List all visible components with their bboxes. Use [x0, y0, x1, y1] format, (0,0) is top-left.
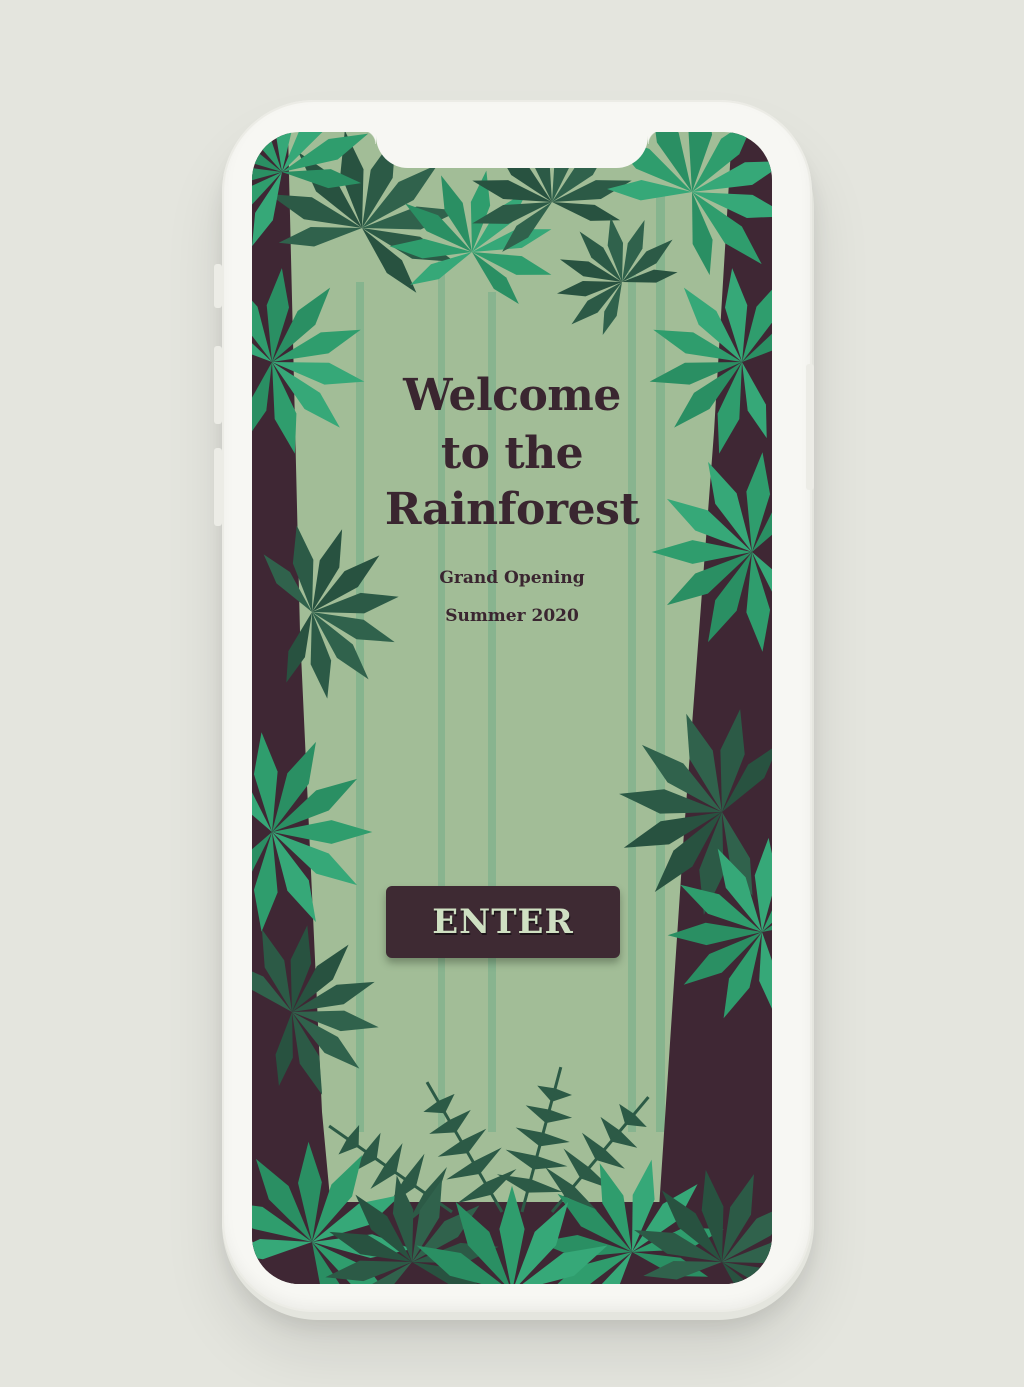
phone-volume-up-button [214, 346, 222, 424]
opening-date-label: Summer 2020 [445, 606, 579, 626]
rainforest-illustration [252, 132, 772, 1284]
phone-notch [362, 132, 662, 168]
hero-title-line2: to the [440, 428, 584, 479]
phone-silent-switch [214, 264, 222, 308]
hero-title-line3: Rainforest [384, 484, 640, 535]
hero-title-line1: Welcome [403, 370, 621, 421]
phone-volume-down-button [214, 448, 222, 526]
enter-button-label: ENTER [432, 902, 574, 942]
enter-button[interactable]: ENTER [386, 886, 620, 958]
phone-power-button [806, 364, 814, 490]
grand-opening-label: Grand Opening [439, 568, 585, 588]
phone-screen: Welcome to the Rainforest Grand Opening … [252, 132, 772, 1284]
